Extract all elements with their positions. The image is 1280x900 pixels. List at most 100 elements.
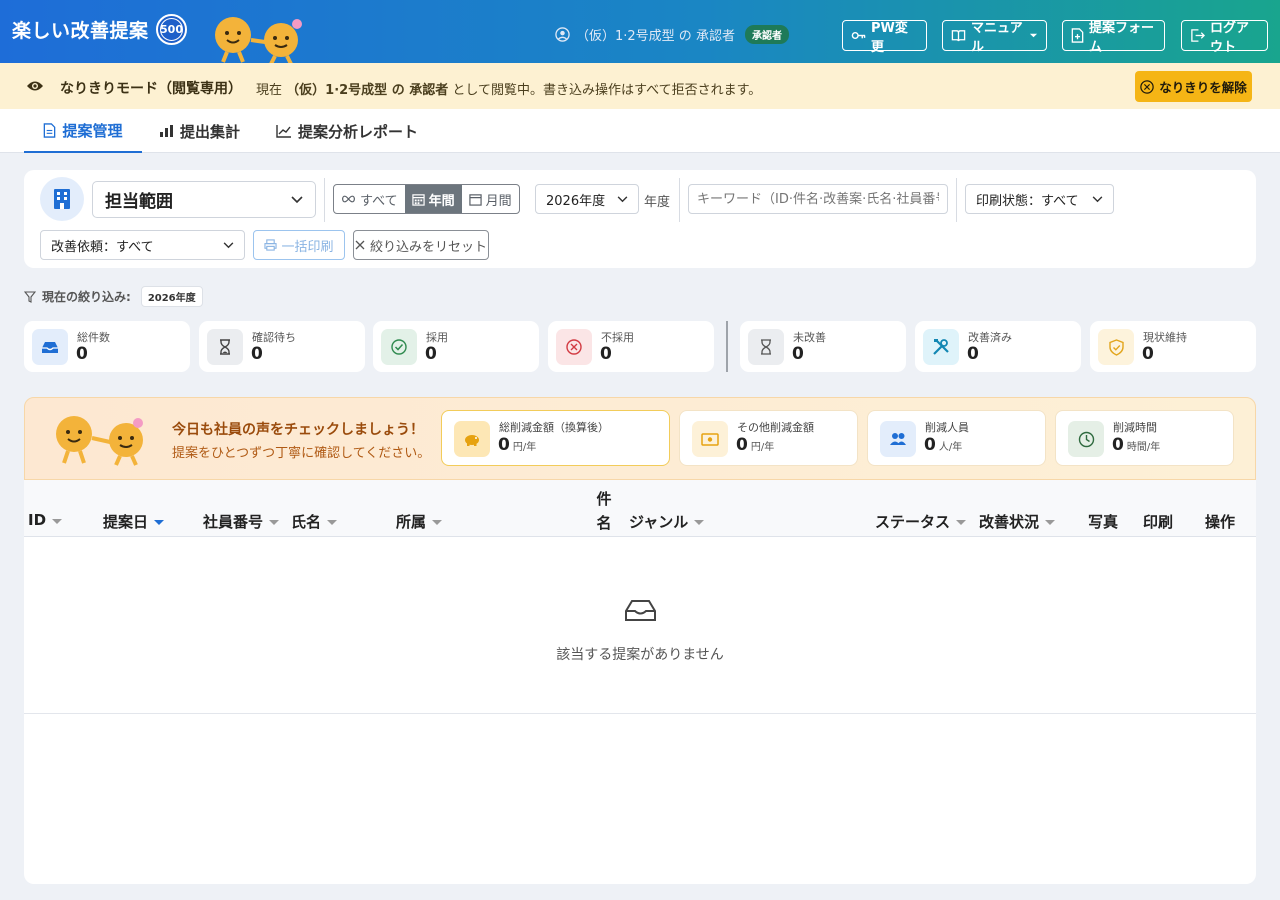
main-tabs: 提案管理 提出集計 提案分析レポート <box>0 109 1280 153</box>
current-filter: 現在の絞り込み: 2026年度 <box>24 286 203 307</box>
impersonation-message: 現在 （仮）1·2号成型 の 承認者 として閲覧中。書き込み操作はすべて拒否され… <box>256 83 762 98</box>
shield-icon <box>1108 338 1124 356</box>
col-subject[interactable]: 件名 <box>596 487 612 535</box>
col-improvement-status[interactable]: 改善状況 <box>979 511 1056 532</box>
col-date[interactable]: 提案日 <box>103 511 165 532</box>
release-impersonation-button[interactable]: なりきりを解除 <box>1135 71 1252 102</box>
user-name: （仮）1·2号成型 の 承認者 <box>576 29 735 44</box>
sort-icon <box>52 518 63 524</box>
banner-subtitle: 提案をひとつずつ丁寧に確認してください。 <box>172 446 431 461</box>
calendar-icon <box>411 193 425 206</box>
period-toggle: すべて 年間 月間 <box>333 184 520 214</box>
user-circle-icon <box>555 27 570 42</box>
metric-time-reduction: 削減時間 0 時間/年 <box>1055 410 1234 466</box>
tab-proposal-management[interactable]: 提案管理 <box>24 109 142 153</box>
x-circle-icon <box>566 339 582 355</box>
badge-500: 500 <box>156 14 187 45</box>
improvement-request-select[interactable]: 改善依頼：すべて <box>40 230 245 260</box>
reset-filters-button[interactable]: 絞り込みをリセット <box>353 230 489 260</box>
cash-icon <box>701 432 719 446</box>
chevron-down-icon <box>223 241 234 248</box>
logout-icon <box>1191 29 1205 42</box>
col-status[interactable]: ステータス <box>875 511 967 532</box>
filter-divider <box>956 178 957 222</box>
current-filter-chip: 2026年度 <box>140 286 203 307</box>
stat-improved[interactable]: 改善済み 0 <box>915 321 1081 372</box>
empty-state-message: 該当する提案がありません <box>556 647 724 663</box>
filter-divider <box>324 178 325 222</box>
chevron-down-icon <box>1092 195 1103 202</box>
logout-button[interactable]: ログアウト <box>1181 20 1268 55</box>
tab-analysis-report[interactable]: 提案分析レポート <box>276 109 418 153</box>
role-chip: 承認者 <box>744 25 789 44</box>
piggy-bank-icon <box>465 435 479 446</box>
sort-icon <box>956 520 967 525</box>
sort-desc-icon <box>154 520 165 525</box>
col-name[interactable]: 氏名 <box>291 511 338 532</box>
stats-divider <box>726 321 728 372</box>
check-circle-icon <box>391 339 407 355</box>
tab-submission-summary[interactable]: 提出集計 <box>159 109 240 153</box>
col-photo: 写真 <box>1088 513 1119 531</box>
col-print: 印刷 <box>1143 513 1174 531</box>
stat-rejected[interactable]: 不採用 0 <box>548 321 714 372</box>
hourglass-icon <box>220 339 230 355</box>
building-icon <box>54 189 70 209</box>
col-id[interactable]: ID <box>28 511 63 529</box>
inbox-icon <box>42 342 58 353</box>
fiscal-year-select[interactable]: 2026年度 <box>535 184 639 214</box>
stat-not-improved[interactable]: 未改善 0 <box>740 321 906 372</box>
bulk-print-button[interactable]: 一括印刷 <box>253 230 345 260</box>
people-icon <box>890 433 906 445</box>
period-month-button[interactable]: 月間 <box>462 185 519 213</box>
printer-icon <box>264 239 278 251</box>
sort-icon <box>432 520 443 525</box>
mascot-icon <box>56 416 143 466</box>
metric-headcount-reduction: 削減人員 0 人/年 <box>867 410 1046 466</box>
period-year-button[interactable]: 年間 <box>404 185 462 213</box>
close-icon <box>355 240 365 250</box>
bar-chart-icon <box>160 125 173 137</box>
key-icon <box>851 31 866 40</box>
manual-dropdown-button[interactable]: マニュアル <box>942 20 1047 55</box>
building-icon-wrap <box>40 177 84 221</box>
print-state-select[interactable]: 印刷状態：すべて <box>965 184 1114 214</box>
funnel-icon <box>24 290 36 303</box>
stat-status-quo[interactable]: 現状維持 0 <box>1090 321 1256 372</box>
eye-icon <box>27 81 43 91</box>
scope-select[interactable]: 担当範囲 <box>92 181 316 218</box>
metric-other-savings: その他削減金額 0 円/年 <box>679 410 858 466</box>
document-icon <box>44 122 56 138</box>
pw-change-button[interactable]: PW変更 <box>842 20 927 55</box>
stat-total[interactable]: 総件数 0 <box>24 321 190 372</box>
line-chart-icon <box>276 125 291 138</box>
col-employee-number[interactable]: 社員番号 <box>203 511 280 532</box>
x-circle-icon <box>1140 79 1154 94</box>
app-title[interactable]: 楽しい改善提案 <box>12 16 149 43</box>
sort-icon <box>1045 520 1056 525</box>
chevron-down-icon <box>617 195 628 202</box>
sort-icon <box>269 520 280 525</box>
sort-icon <box>327 520 338 525</box>
chevron-down-icon <box>291 195 303 203</box>
tools-icon <box>933 339 949 355</box>
banner-title: 今日も社員の声をチェックしましょう！ <box>172 422 424 438</box>
fiscal-year-suffix: 年度 <box>644 195 671 210</box>
caret-down-icon <box>1029 33 1038 38</box>
mascot-icon <box>215 17 302 64</box>
col-genre[interactable]: ジャンル <box>629 511 705 532</box>
current-user: （仮）1·2号成型 の 承認者 承認者 <box>555 25 789 44</box>
proposal-table <box>24 480 1256 884</box>
period-all-button[interactable]: すべて <box>334 185 405 213</box>
calendar-month-icon <box>468 193 482 206</box>
col-department[interactable]: 所属 <box>396 511 443 532</box>
metric-total-savings: 総削減金額（換算後） 0 円/年 <box>441 410 670 466</box>
clock-icon <box>1078 431 1094 447</box>
stat-pending[interactable]: 確認待ち 0 <box>199 321 365 372</box>
proposal-form-button[interactable]: 提案フォーム <box>1062 20 1165 55</box>
keyword-search-input[interactable] <box>688 184 948 214</box>
file-plus-icon <box>1071 28 1084 43</box>
stat-adopted[interactable]: 採用 0 <box>373 321 539 372</box>
impersonation-banner: なりきりモード（閲覧専用） 現在 （仮）1·2号成型 の 承認者 として閲覧中。… <box>0 63 1280 109</box>
empty-inbox-icon <box>625 600 656 621</box>
